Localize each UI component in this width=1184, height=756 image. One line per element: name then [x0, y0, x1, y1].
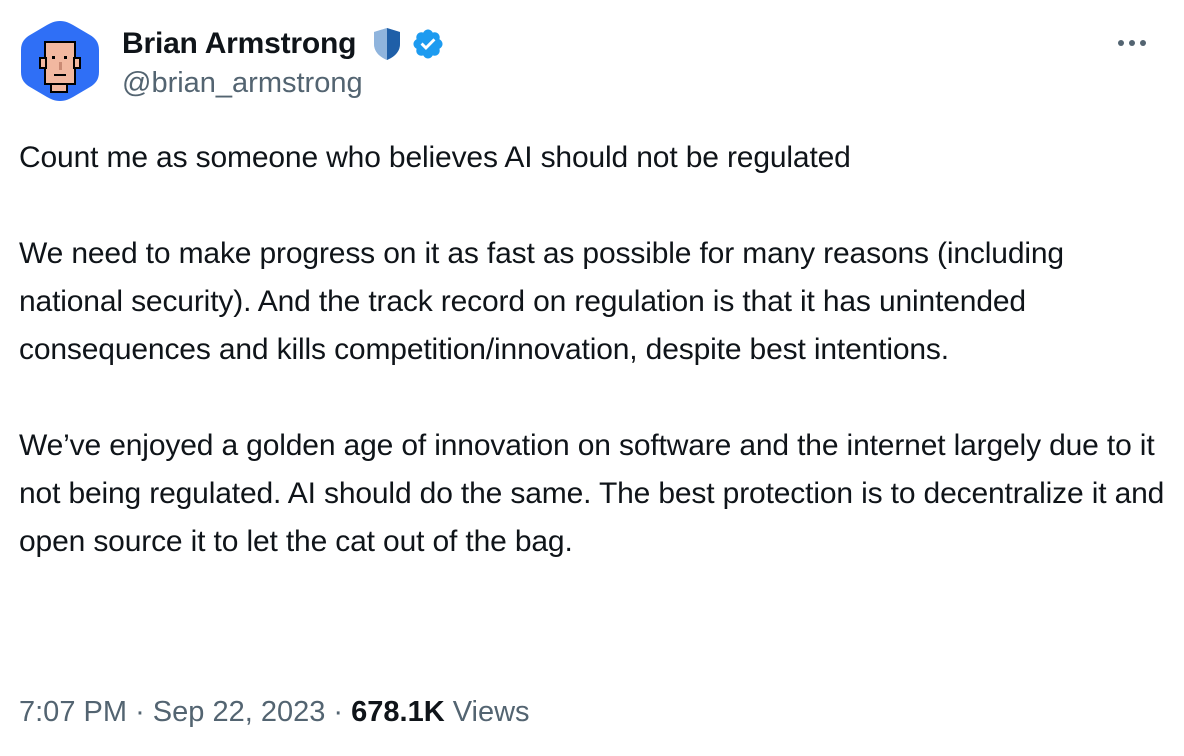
tweet-time[interactable]: 7:07 PM [19, 696, 127, 728]
tweet-paragraph: We need to make progress on it as fast a… [19, 237, 1073, 366]
more-dots-icon[interactable] [1112, 28, 1152, 58]
views-label: Views [452, 696, 530, 728]
meta-separator: · [135, 696, 145, 728]
author-name[interactable]: Brian Armstrong [122, 26, 356, 62]
verified-check-icon[interactable] [411, 27, 445, 61]
views-count: 678.1K [351, 696, 445, 728]
shield-icon [374, 28, 400, 60]
tweet-meta: 7:07 PM · Sep 22, 2023 · 678.1K Views [19, 692, 530, 732]
tweet-paragraph: Count me as someone who believes AI shou… [19, 141, 851, 174]
tweet-paragraph: We’ve enjoyed a golden age of innovation… [19, 429, 1173, 558]
author-handle[interactable]: @brian_armstrong [122, 65, 363, 101]
pixel-face-avatar-icon[interactable] [19, 20, 101, 102]
tweet-date[interactable]: Sep 22, 2023 [153, 696, 326, 728]
tweet-card: Brian Armstrong @brian_armstrong Count m… [0, 0, 1184, 756]
tweet-text: Count me as someone who believes AI shou… [19, 134, 1169, 566]
meta-separator: · [333, 696, 344, 728]
